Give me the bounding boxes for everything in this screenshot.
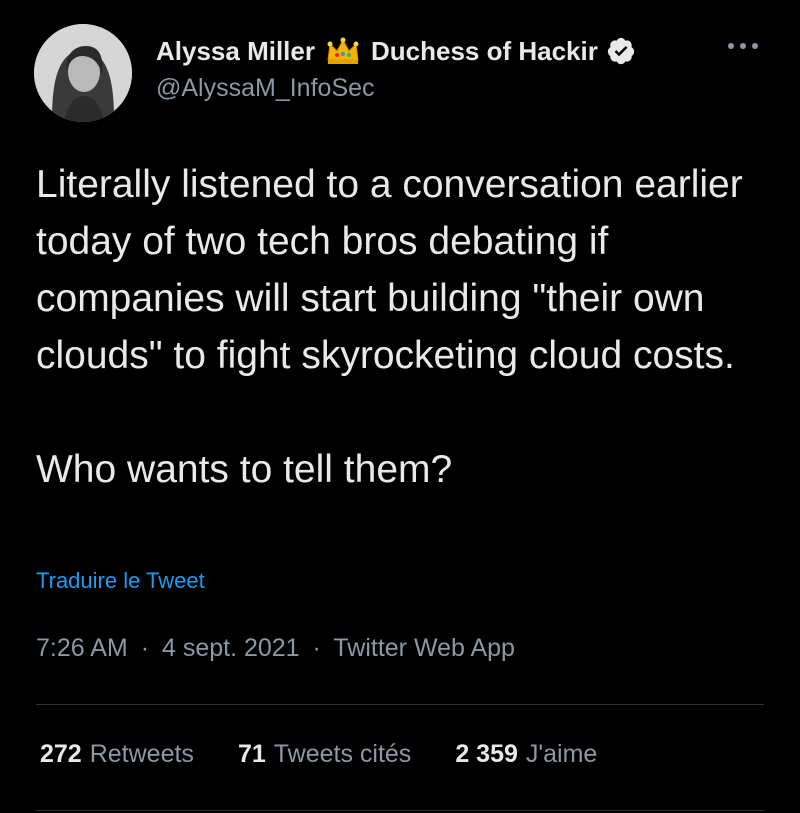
tweet-time[interactable]: 7:26 AM xyxy=(36,634,128,662)
meta-separator: · xyxy=(312,634,321,662)
avatar-photo xyxy=(34,24,132,122)
quote-tweets-label: Tweets cités xyxy=(273,740,412,768)
author-display-name[interactable]: Alyssa Miller xyxy=(156,36,315,67)
divider xyxy=(36,810,764,811)
likes-stat[interactable]: 2 359 J'aime xyxy=(455,740,597,769)
crown-icon xyxy=(325,36,361,66)
likes-label: J'aime xyxy=(525,740,598,768)
translate-tweet-link[interactable]: Traduire le Tweet xyxy=(36,568,205,594)
retweets-label: Retweets xyxy=(89,740,194,768)
tweet-source[interactable]: Twitter Web App xyxy=(333,634,515,662)
author-handle[interactable]: @AlyssaM_InfoSec xyxy=(156,74,375,103)
tweet-stats: 272 Retweets 71 Tweets cités 2 359 J'aim… xyxy=(40,740,597,769)
tweet-date[interactable]: 4 sept. 2021 xyxy=(162,634,300,662)
author-name-row[interactable]: Alyssa Miller Duchess of Hackir xyxy=(156,32,636,70)
author-display-name-suffix[interactable]: Duchess of Hackir xyxy=(371,36,598,67)
quote-tweets-count: 71 xyxy=(237,740,266,768)
tweet-text: Literally listened to a conversation ear… xyxy=(36,156,776,498)
avatar[interactable] xyxy=(34,24,132,122)
verified-badge-icon xyxy=(606,36,636,66)
likes-count: 2 359 xyxy=(455,740,518,768)
tweet-paragraph: Who wants to tell them? xyxy=(36,448,453,491)
tweet-paragraph: Literally listened to a conversation ear… xyxy=(36,163,743,377)
more-dot xyxy=(740,43,746,49)
divider xyxy=(36,704,764,705)
meta-separator: · xyxy=(140,634,150,662)
more-dot xyxy=(752,43,758,49)
retweets-count: 272 xyxy=(40,740,82,768)
tweet-metadata: 7:26 AM · 4 sept. 2021 · Twitter Web App xyxy=(36,634,515,663)
more-options-icon[interactable] xyxy=(728,34,758,58)
more-dot xyxy=(728,43,734,49)
retweets-stat[interactable]: 272 Retweets xyxy=(40,740,194,769)
quote-tweets-stat[interactable]: 71 Tweets cités xyxy=(238,740,411,769)
